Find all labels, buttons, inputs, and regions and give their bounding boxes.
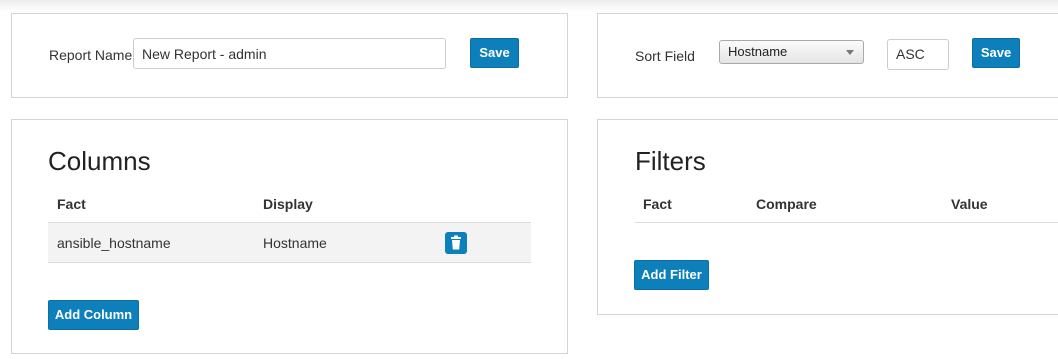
sort-panel: Sort Field Hostname ASC Save	[597, 13, 1058, 98]
add-filter-button[interactable]: Add Filter	[634, 260, 709, 290]
save-sort-button[interactable]: Save	[972, 38, 1020, 68]
top-shadow	[0, 0, 1058, 12]
sort-field-label: Sort Field	[635, 48, 695, 64]
columns-header-fact: Fact	[57, 196, 86, 212]
filters-title: Filters	[635, 146, 706, 176]
row-display: Hostname	[263, 235, 327, 251]
trash-icon	[451, 235, 461, 250]
filters-header-compare: Compare	[756, 196, 817, 212]
add-column-button[interactable]: Add Column	[48, 300, 139, 330]
sort-field-select[interactable]: Hostname	[719, 40, 864, 64]
report-name-input[interactable]	[133, 38, 446, 69]
save-report-name-button[interactable]: Save	[470, 38, 519, 68]
sort-field-value: Hostname	[728, 44, 788, 59]
table-row: ansible_hostname Hostname	[48, 223, 531, 263]
report-name-panel: Report Name Save	[11, 13, 568, 98]
columns-header-display: Display	[263, 196, 313, 212]
sort-order-field[interactable]: ASC	[887, 39, 949, 70]
filters-header-fact: Fact	[643, 196, 672, 212]
delete-column-button[interactable]	[445, 232, 467, 254]
filters-panel: Filters Fact Compare Value Add Filter	[597, 119, 1058, 315]
chevron-down-icon	[846, 50, 854, 55]
columns-title: Columns	[48, 146, 151, 176]
row-fact: ansible_hostname	[57, 235, 171, 251]
report-name-label: Report Name	[49, 47, 133, 63]
filters-header-value: Value	[951, 196, 988, 212]
columns-panel: Columns Fact Display ansible_hostname Ho…	[11, 119, 568, 354]
filters-header-divider	[635, 222, 1058, 223]
